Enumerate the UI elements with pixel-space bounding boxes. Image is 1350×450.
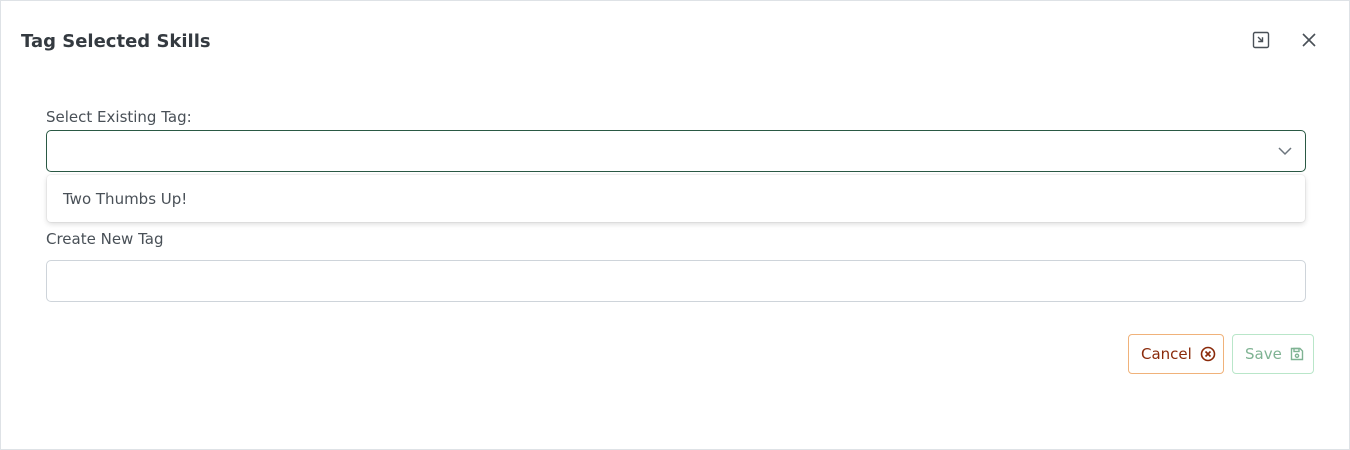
dropdown-option-two-thumbs-up[interactable]: Two Thumbs Up!	[47, 175, 1305, 222]
save-icon	[1290, 347, 1304, 361]
minimize-window-icon	[1252, 31, 1270, 53]
save-button[interactable]: Save	[1232, 334, 1314, 374]
dialog-title: Tag Selected Skills	[21, 31, 211, 52]
times-circle-icon	[1200, 346, 1216, 362]
new-tag-label: Create New Tag	[46, 230, 164, 248]
existing-tag-label: Select Existing Tag:	[46, 108, 192, 126]
minimize-button[interactable]	[1248, 29, 1274, 55]
existing-tag-dropdown: Two Thumbs Up!	[47, 175, 1305, 222]
close-icon	[1301, 32, 1317, 52]
cancel-button[interactable]: Cancel	[1128, 334, 1224, 374]
chevron-down-icon[interactable]	[1277, 143, 1293, 163]
save-label: Save	[1245, 345, 1282, 363]
new-tag-input[interactable]	[46, 260, 1306, 302]
existing-tag-select[interactable]	[46, 130, 1306, 172]
cancel-label: Cancel	[1141, 345, 1192, 363]
tag-skills-dialog: Tag Selected Skills Select Existing Tag:…	[0, 0, 1350, 450]
close-button[interactable]	[1296, 29, 1322, 55]
